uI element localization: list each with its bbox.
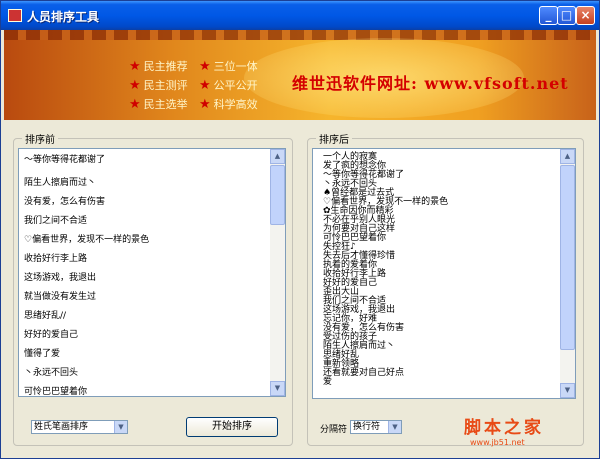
- after-sort-scrollbar[interactable]: ▲ ▼: [560, 149, 575, 398]
- list-item[interactable]: 好好的爱自己: [323, 279, 377, 288]
- star-icon: ★: [199, 59, 211, 74]
- star-icon: ★: [129, 59, 141, 74]
- list-item[interactable]: 发了疯的想念你: [323, 162, 386, 171]
- list-item[interactable]: 为何要对自己这样: [323, 225, 395, 234]
- star-icon: ★: [129, 78, 141, 93]
- minimize-button[interactable]: _: [539, 6, 558, 25]
- list-item[interactable]: 思绪好乱: [323, 351, 359, 360]
- separator-label: 分隔符: [320, 425, 348, 435]
- star-icon: ★: [199, 78, 211, 93]
- list-item[interactable]: ✿生命因你而精彩: [323, 207, 394, 216]
- scroll-down-icon[interactable]: ▼: [560, 383, 575, 398]
- scroll-down-icon[interactable]: ▼: [270, 381, 285, 396]
- list-item[interactable]: 忘记你，好难: [323, 315, 377, 324]
- slogan-item: ★ 公平公开: [199, 78, 258, 93]
- list-item[interactable]: 这场游戏，我退出: [323, 306, 395, 315]
- list-item[interactable]: 收拾好行李上路: [24, 251, 87, 264]
- list-item[interactable]: 收拾好行李上路: [323, 270, 386, 279]
- list-item[interactable]: 懂得了爱: [24, 346, 60, 359]
- maximize-button[interactable]: □: [557, 6, 576, 25]
- after-sort-group: 排序后 一个人的寂寞 发了疯的想念你 〜等你等得花都谢了 丶永远不回头 ♠曾经都…: [307, 131, 584, 446]
- slogan-item: ★ 科学高效: [199, 97, 258, 112]
- list-item[interactable]: ♡偏看世界，发现不一样的景色: [24, 232, 149, 245]
- list-item[interactable]: 执着的爱着你: [323, 261, 377, 270]
- after-sort-list[interactable]: 一个人的寂寞 发了疯的想念你 〜等你等得花都谢了 丶永远不回头 ♠曾经都是过去式…: [312, 148, 576, 399]
- window-title: 人员排序工具: [27, 10, 100, 24]
- scroll-up-icon[interactable]: ▲: [560, 149, 575, 164]
- after-sort-label: 排序后: [316, 131, 352, 146]
- list-item[interactable]: 重新领略: [323, 360, 359, 369]
- title-bar[interactable]: 人员排序工具 _ □ ×: [1, 1, 599, 30]
- before-sort-scrollbar[interactable]: ▲ ▼: [270, 149, 285, 396]
- list-item[interactable]: 没有爱，怎么有伤害: [323, 324, 404, 333]
- list-item[interactable]: 这场游戏，我退出: [24, 270, 96, 283]
- watermark-url: www.jb51.net: [470, 438, 525, 447]
- sort-mode-select[interactable]: 姓氏笔画排序 ▼: [31, 420, 128, 434]
- slogan-item: ★ 三位一体: [199, 59, 258, 74]
- website-text: 维世迅软件网址: www.vfsoft.net: [292, 74, 569, 93]
- app-icon: [8, 9, 22, 22]
- before-sort-group: 排序前 〜等你等得花都谢了 陌生人擦肩而过丶 没有爱，怎么有伤害 我们之间不合适…: [13, 131, 293, 446]
- list-item[interactable]: 一个人的寂寞: [323, 153, 377, 162]
- star-icon: ★: [199, 97, 211, 112]
- list-item[interactable]: 可怜巴巴望着你: [24, 384, 87, 396]
- scroll-up-icon[interactable]: ▲: [270, 149, 285, 164]
- before-sort-label: 排序前: [22, 131, 58, 146]
- list-item[interactable]: 丶永远不回头: [323, 180, 377, 189]
- chevron-down-icon[interactable]: ▼: [388, 421, 401, 433]
- scrollbar-thumb[interactable]: [270, 165, 285, 225]
- list-item[interactable]: 〜等你等得花都谢了: [323, 171, 404, 180]
- start-sort-button[interactable]: 开始排序: [186, 417, 278, 437]
- watermark: 脚本之家 www.jb51.net: [464, 413, 544, 447]
- list-item[interactable]: 失控狂♪: [323, 243, 356, 252]
- chevron-down-icon[interactable]: ▼: [114, 421, 127, 433]
- list-item[interactable]: 没有爱，怎么有伤害: [24, 194, 105, 207]
- slogan-item: ★ 民主测评: [129, 78, 188, 93]
- list-item[interactable]: 失去后才懂得珍惜: [323, 252, 395, 261]
- app-window: 人员排序工具 _ □ × ★ 民主推荐 ★ 三位一体 ★ 民主测评 ★ 公平公开 ★ 民主…: [0, 0, 600, 459]
- before-sort-list[interactable]: 〜等你等得花都谢了 陌生人擦肩而过丶 没有爱，怎么有伤害 我们之间不合适 ♡偏看…: [18, 148, 286, 397]
- list-item[interactable]: 陌生人擦肩而过丶: [24, 175, 96, 188]
- banner: ★ 民主推荐 ★ 三位一体 ★ 民主测评 ★ 公平公开 ★ 民主选举 ★ 科学高效 维世迅软…: [4, 30, 596, 120]
- close-button[interactable]: ×: [576, 6, 595, 25]
- list-item[interactable]: 我们之间不合适: [323, 297, 386, 306]
- list-item[interactable]: 思绪好乱//: [24, 308, 66, 321]
- star-icon: ★: [129, 97, 141, 112]
- list-item[interactable]: 可怜巴巴望着你: [323, 234, 386, 243]
- list-item[interactable]: 〜等你等得花都谢了: [24, 152, 105, 165]
- list-item[interactable]: 就当做没有发生过: [24, 289, 96, 302]
- slogan-item: ★ 民主选举: [129, 97, 188, 112]
- list-item[interactable]: 歪出大山: [323, 288, 359, 297]
- list-item[interactable]: 受过伤的孩子: [323, 333, 377, 342]
- watermark-title: 脚本之家: [464, 418, 544, 438]
- sort-mode-value: 姓氏笔画排序: [34, 422, 89, 432]
- list-item[interactable]: 还看就要对自己好点: [323, 369, 404, 378]
- great-wall-decoration: [4, 30, 596, 40]
- slogan-item: ★ 民主推荐: [129, 59, 188, 74]
- list-item[interactable]: 不必在乎别人眼光: [323, 216, 395, 225]
- list-item[interactable]: ♡偏看世界，发现不一样的景色: [323, 198, 448, 207]
- scrollbar-thumb[interactable]: [560, 165, 575, 350]
- separator-select[interactable]: 换行符 ▼: [350, 420, 402, 434]
- list-item[interactable]: ♠曾经都是过去式: [323, 189, 394, 198]
- separator-value: 换行符: [353, 422, 381, 432]
- list-item[interactable]: 好好的爱自己: [24, 327, 78, 340]
- list-item[interactable]: 我们之间不合适: [24, 213, 87, 226]
- list-item[interactable]: 陌生人擦肩而过丶: [323, 342, 395, 351]
- list-item[interactable]: 丶永远不回头: [24, 365, 78, 378]
- list-item[interactable]: 爱: [323, 378, 332, 387]
